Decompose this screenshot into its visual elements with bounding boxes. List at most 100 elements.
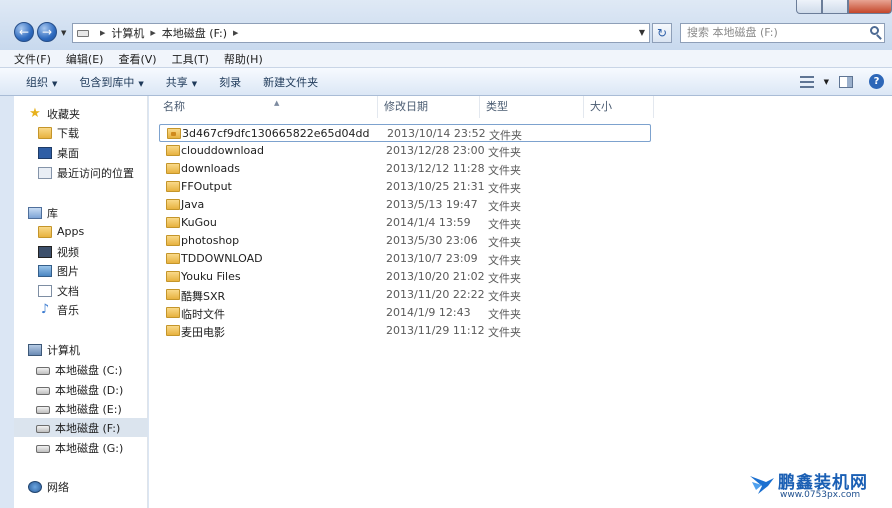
arrow-right-icon: → <box>41 25 53 39</box>
folder-icon <box>166 217 180 228</box>
file-type: 文件夹 <box>488 308 521 321</box>
chevron-right-icon[interactable]: ▶ <box>233 29 238 37</box>
nav-label: 本地磁盘 (E:) <box>55 402 122 416</box>
drive-icon <box>36 366 50 375</box>
organize-label: 组织 <box>26 75 48 89</box>
file-name: clouddownload <box>181 144 264 157</box>
burn-button[interactable]: 刻录 <box>219 74 241 90</box>
search-placeholder: 搜索 本地磁盘 (F:) <box>687 26 778 39</box>
table-row[interactable]: 3d467cf9dfc130665822e65d04dd 2013/10/14 … <box>159 124 651 142</box>
file-date: 2013/10/14 23:52 <box>387 127 486 140</box>
new-folder-button[interactable]: 新建文件夹 <box>263 74 318 90</box>
address-dropdown-icon[interactable]: ▼ <box>639 28 645 37</box>
file-date: 2013/12/28 23:00 <box>386 144 485 157</box>
network-icon <box>28 480 42 493</box>
file-date: 2013/12/12 11:28 <box>386 162 485 175</box>
folder-icon <box>166 181 180 192</box>
search-icon[interactable] <box>870 26 879 35</box>
file-name: 3d467cf9dfc130665822e65d04dd <box>182 127 370 140</box>
picture-icon <box>38 264 52 277</box>
column-label: 大小 <box>590 100 612 113</box>
table-row[interactable]: 麦田电影 2013/11/29 11:12 文件夹 <box>159 322 651 340</box>
view-list-icon[interactable] <box>799 75 814 88</box>
sort-ascending-icon: ▲ <box>274 99 280 107</box>
file-type: 文件夹 <box>488 146 521 159</box>
chevron-right-icon[interactable]: ▶ <box>150 29 155 37</box>
file-name: 酷舞SXR <box>181 290 226 303</box>
music-note-icon: ♪ <box>40 301 50 317</box>
bird-logo-icon <box>750 476 774 494</box>
table-row[interactable]: 酷舞SXR 2013/11/20 22:22 文件夹 <box>159 286 651 304</box>
table-row[interactable]: TDDOWNLOAD 2013/10/7 23:09 文件夹 <box>159 250 651 268</box>
folder-icon <box>166 271 180 282</box>
forward-button[interactable]: → <box>37 22 57 42</box>
share-button[interactable]: 共享 ▼ <box>166 74 197 90</box>
document-icon <box>38 284 52 297</box>
file-name: Youku Files <box>181 270 241 283</box>
watermark-url: www.0753px.com <box>780 490 861 500</box>
help-icon[interactable]: ? <box>869 74 884 89</box>
nav-computer[interactable]: 计算机 <box>28 340 162 359</box>
table-row[interactable]: KuGou 2014/1/4 13:59 文件夹 <box>159 214 651 232</box>
caret-down-icon: ▼ <box>138 79 144 88</box>
minimize-button[interactable] <box>796 0 822 14</box>
column-header-name[interactable]: 名称 ▲ <box>157 96 378 118</box>
chevron-right-icon[interactable]: ▶ <box>100 29 105 37</box>
nav-favorites[interactable]: ★ 收藏夹 <box>28 104 162 123</box>
folder-icon <box>166 145 180 156</box>
column-header-size[interactable]: 大小 <box>584 96 654 118</box>
preview-pane-icon[interactable] <box>839 75 853 88</box>
file-type: 文件夹 <box>488 182 521 195</box>
menu-tools[interactable]: 工具(T) <box>172 51 209 67</box>
nav-drive-f[interactable]: 本地磁盘 (F:) <box>14 418 148 437</box>
recent-pages-dropdown[interactable]: ▼ <box>61 29 66 37</box>
nav-label: 本地磁盘 (C:) <box>55 363 123 377</box>
column-header-date[interactable]: 修改日期 <box>378 96 480 118</box>
include-library-button[interactable]: 包含到库中 ▼ <box>79 74 143 90</box>
table-row[interactable]: photoshop 2013/5/30 23:06 文件夹 <box>159 232 651 250</box>
menu-edit[interactable]: 编辑(E) <box>66 51 104 67</box>
title-bar: ← → ▼ ▶ 计算机 ▶ 本地磁盘 (F:) ▶ ▼ ↻ 搜索 本地磁盘 (F… <box>0 0 892 50</box>
table-row[interactable]: FFOutput 2013/10/25 21:31 文件夹 <box>159 178 651 196</box>
file-date: 2013/10/20 21:02 <box>386 270 485 283</box>
file-date: 2013/5/30 23:06 <box>386 234 478 247</box>
organize-button[interactable]: 组织 ▼ <box>26 74 57 90</box>
table-row[interactable]: downloads 2013/12/12 11:28 文件夹 <box>159 160 651 178</box>
folder-icon <box>166 307 180 318</box>
computer-icon <box>28 343 42 356</box>
close-button[interactable] <box>848 0 892 14</box>
address-bar[interactable]: ▶ 计算机 ▶ 本地磁盘 (F:) ▶ ▼ <box>72 23 650 43</box>
window-controls <box>796 0 892 14</box>
nav-label: 库 <box>47 206 58 220</box>
column-header-type[interactable]: 类型 <box>480 96 584 118</box>
file-date: 2013/5/13 19:47 <box>386 198 478 211</box>
folder-icon <box>38 225 52 238</box>
file-date: 2013/11/29 11:12 <box>386 324 485 337</box>
view-dropdown-icon[interactable]: ▼ <box>824 78 829 86</box>
folder-icon <box>166 163 180 174</box>
nav-libraries[interactable]: 库 <box>28 203 162 222</box>
maximize-button[interactable] <box>822 0 848 14</box>
nav-label: 本地磁盘 (G:) <box>55 441 124 455</box>
file-name: 临时文件 <box>181 308 225 321</box>
nav-label: 下载 <box>57 126 79 140</box>
file-type: 文件夹 <box>488 290 521 303</box>
file-name: TDDOWNLOAD <box>181 252 263 265</box>
breadcrumb-drive-f[interactable]: 本地磁盘 (F:) <box>162 25 227 41</box>
locked-folder-icon <box>167 128 181 139</box>
breadcrumb-computer[interactable]: 计算机 <box>111 25 144 41</box>
search-input[interactable]: 搜索 本地磁盘 (F:) <box>680 23 885 43</box>
menu-file[interactable]: 文件(F) <box>14 51 51 67</box>
table-row[interactable]: clouddownload 2013/12/28 23:00 文件夹 <box>159 142 651 160</box>
table-row[interactable]: Java 2013/5/13 19:47 文件夹 <box>159 196 651 214</box>
menu-help[interactable]: 帮助(H) <box>224 51 263 67</box>
table-row[interactable]: Youku Files 2013/10/20 21:02 文件夹 <box>159 268 651 286</box>
nav-network[interactable]: 网络 <box>28 477 162 496</box>
back-button[interactable]: ← <box>14 22 34 42</box>
nav-label: 视频 <box>57 245 79 259</box>
menu-view[interactable]: 查看(V) <box>118 51 156 67</box>
folder-icon <box>166 253 180 264</box>
table-row[interactable]: 临时文件 2014/1/9 12:43 文件夹 <box>159 304 651 322</box>
nav-label: 图片 <box>57 264 79 278</box>
refresh-button[interactable]: ↻ <box>652 23 672 43</box>
